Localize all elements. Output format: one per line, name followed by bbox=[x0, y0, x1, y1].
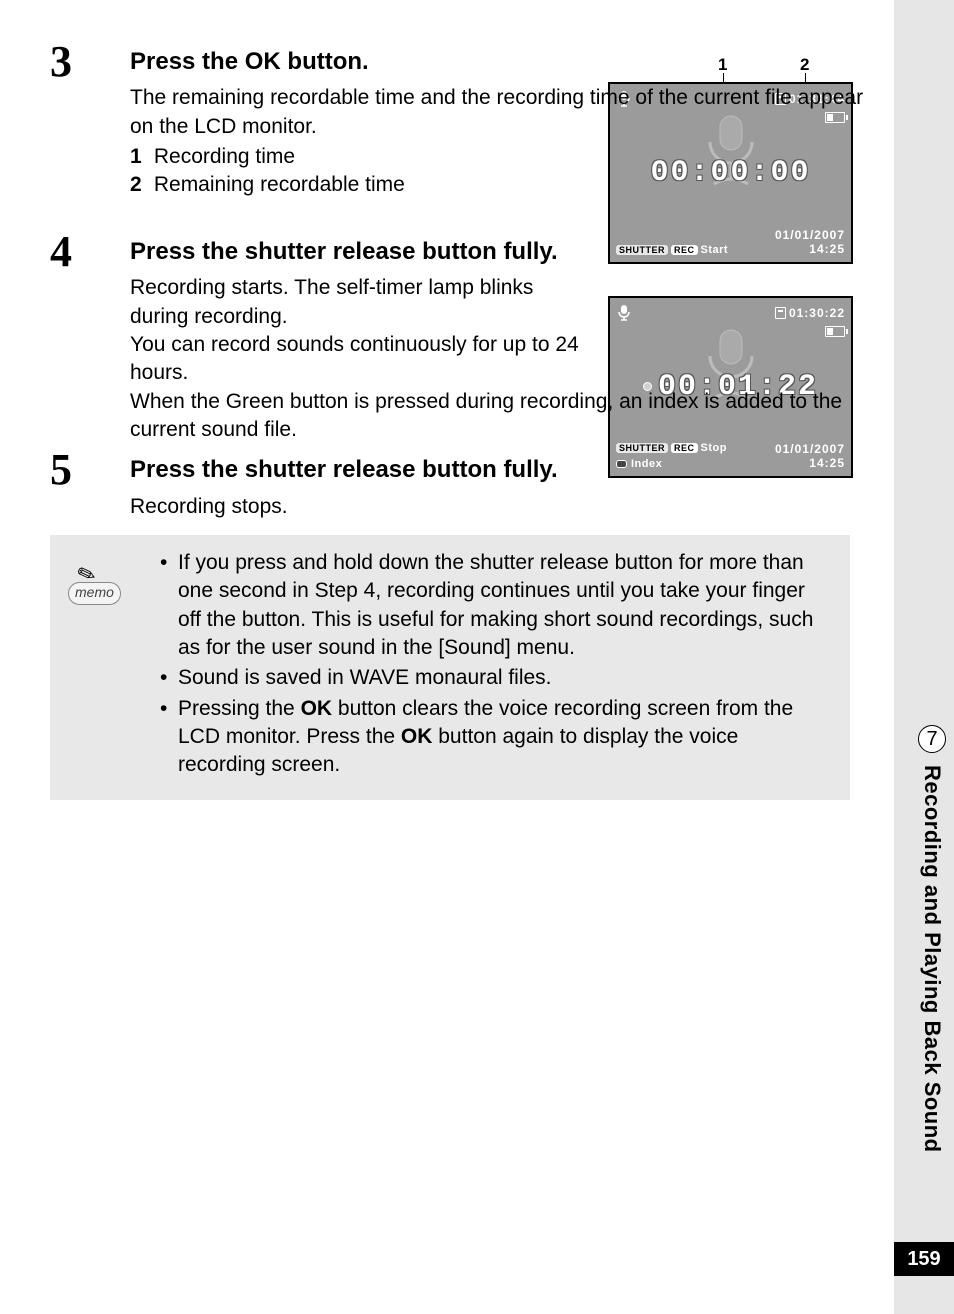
step-title: Press the shutter release button fully. bbox=[130, 236, 570, 268]
memo-bullet: Pressing the OK button clears the voice … bbox=[160, 695, 830, 780]
step-4: 4 Press the shutter release button fully… bbox=[50, 230, 870, 444]
step-text: You can record sounds continuously for u… bbox=[130, 331, 580, 388]
step-title: Press the OK button. bbox=[130, 46, 870, 78]
step-number: 3 bbox=[50, 40, 130, 200]
memo-bullet: If you press and hold down the shutter r… bbox=[160, 549, 830, 662]
step-number: 4 bbox=[50, 230, 130, 444]
ok-label: OK bbox=[245, 48, 281, 75]
step-text: The remaining recordable time and the re… bbox=[130, 84, 870, 141]
step-title: Press the shutter release button fully. bbox=[130, 454, 870, 486]
step-text: Recording starts. The self-timer lamp bl… bbox=[130, 274, 580, 331]
memo-bullet: Sound is saved in WAVE monaural files. bbox=[160, 664, 830, 692]
chapter-title: Recording and Playing Back Sound bbox=[919, 765, 945, 1153]
memo-icon: ✎ memo bbox=[68, 547, 138, 605]
chapter-tab: 7 Recording and Playing Back Sound bbox=[918, 725, 946, 1153]
ok-label: OK bbox=[401, 725, 433, 748]
step-text: When the Green button is pressed during … bbox=[130, 388, 850, 445]
chapter-number: 7 bbox=[918, 725, 946, 753]
ok-label: OK bbox=[301, 697, 333, 720]
step-sublist: 1 Recording time 2 Remaining recordable … bbox=[130, 143, 870, 200]
page-number: 159 bbox=[894, 1242, 954, 1276]
step-text: Recording stops. bbox=[130, 493, 870, 521]
step-number: 5 bbox=[50, 448, 130, 521]
step-5: 5 Press the shutter release button fully… bbox=[50, 448, 870, 521]
step-3: 3 Press the OK button. The remaining rec… bbox=[50, 40, 870, 200]
memo-box: ✎ memo If you press and hold down the sh… bbox=[50, 535, 850, 800]
